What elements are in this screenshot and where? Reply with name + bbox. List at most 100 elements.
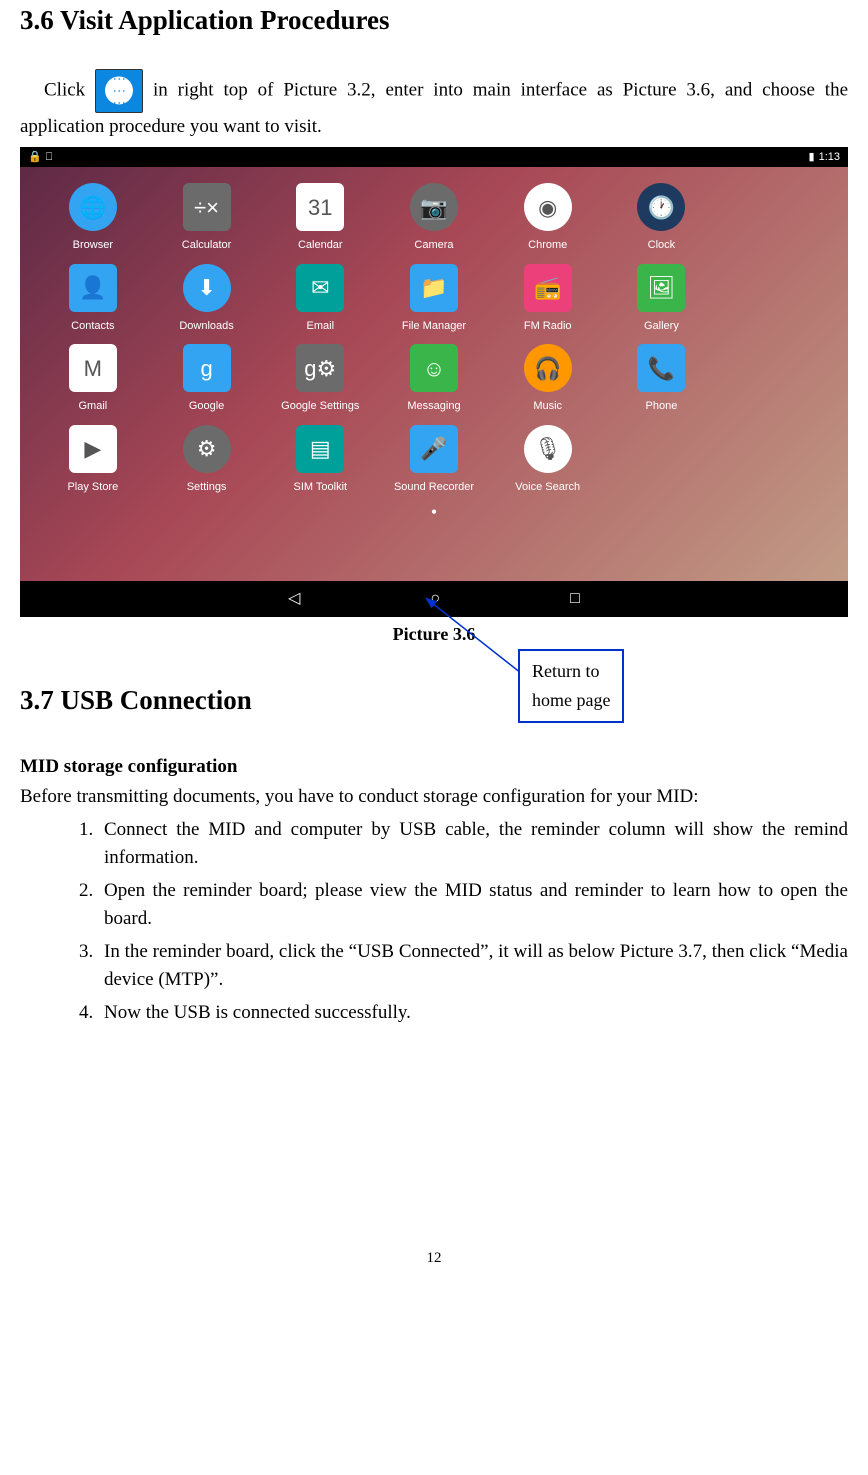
step-4: Now the USB is connected successfully.: [98, 999, 848, 1028]
app-downloads[interactable]: ⬇ Downloads: [150, 264, 264, 335]
app-label: Email: [307, 318, 335, 335]
chrome-icon: ◉: [524, 183, 572, 231]
intro-paragraph: Click in right top of Picture 3.2, enter…: [20, 69, 848, 142]
app-calendar[interactable]: 31 Calendar: [263, 183, 377, 254]
app-chrome[interactable]: ◉ Chrome: [491, 183, 605, 254]
calendar-icon: 31: [296, 183, 344, 231]
app-browser[interactable]: 🌐 Browser: [36, 183, 150, 254]
callout-box: Return to home page: [518, 649, 624, 723]
app-settings[interactable]: ⚙ Settings: [150, 425, 264, 496]
gallery-icon: 🖼: [637, 264, 685, 312]
contacts-icon: 👤: [69, 264, 117, 312]
page-indicator: •: [20, 499, 848, 526]
gmail-icon: M: [69, 344, 117, 392]
app-label: FM Radio: [524, 318, 572, 335]
app-label: Camera: [414, 237, 453, 254]
app-play-store[interactable]: ▶ Play Store: [36, 425, 150, 496]
app-label: SIM Toolkit: [293, 479, 347, 496]
google-icon: g: [183, 344, 231, 392]
sim-toolkit-icon: ▤: [296, 425, 344, 473]
app-label: Music: [533, 398, 562, 415]
app-label: Messaging: [407, 398, 460, 415]
camera-icon: 📷: [410, 183, 458, 231]
messaging-icon: ☺: [410, 344, 458, 392]
calculator-icon: ÷×: [183, 183, 231, 231]
app-contacts[interactable]: 👤 Contacts: [36, 264, 150, 335]
step-2: Open the reminder board; please view the…: [98, 877, 848, 934]
browser-icon: 🌐: [69, 183, 117, 231]
google-settings-icon: g⚙: [296, 344, 344, 392]
intro-text-after: in right top of Picture 3.2, enter into …: [20, 79, 848, 137]
screenshot-picture-3-6: 🔒 ⎕ ▮ 1:13 🌐 Browser ÷× Calculator 31 Calenda…: [20, 147, 848, 617]
file-manager-icon: 📁: [410, 264, 458, 312]
step-3: In the reminder board, click the “USB Co…: [98, 938, 848, 995]
apps-icon: [95, 69, 143, 113]
subheading-mid-storage: MID storage configuration: [20, 753, 848, 782]
app-music[interactable]: 🎧 Music: [491, 344, 605, 415]
clock-text: 1:13: [819, 149, 840, 166]
app-label: Gallery: [644, 318, 679, 335]
app-messaging[interactable]: ☺ Messaging: [377, 344, 491, 415]
callout-line2: home page: [532, 690, 610, 710]
nav-home-icon[interactable]: ○: [430, 587, 440, 611]
app-voice-search[interactable]: 🎙 Voice Search: [491, 425, 605, 496]
phone-icon: 📞: [637, 344, 685, 392]
app-sound-recorder[interactable]: 🎤 Sound Recorder: [377, 425, 491, 496]
app-google[interactable]: g Google: [150, 344, 264, 415]
app-gmail[interactable]: M Gmail: [36, 344, 150, 415]
app-camera[interactable]: 📷 Camera: [377, 183, 491, 254]
voice-search-icon: 🎙: [524, 425, 572, 473]
app-fm-radio[interactable]: 📻 FM Radio: [491, 264, 605, 335]
section-title-3-7: 3.7 USB Connection: [20, 680, 848, 721]
app-gallery[interactable]: 🖼 Gallery: [605, 264, 719, 335]
app-spacer: [718, 264, 832, 335]
email-icon: ✉: [296, 264, 344, 312]
app-spacer: [718, 344, 832, 415]
app-email[interactable]: ✉ Email: [263, 264, 377, 335]
page-number: 12: [20, 1247, 848, 1270]
app-label: Browser: [73, 237, 113, 254]
sound-recorder-icon: 🎤: [410, 425, 458, 473]
downloads-icon: ⬇: [183, 264, 231, 312]
app-label: Phone: [646, 398, 678, 415]
app-file-manager[interactable]: 📁 File Manager: [377, 264, 491, 335]
app-label: Google: [189, 398, 224, 415]
app-label: Sound Recorder: [394, 479, 474, 496]
music-icon: 🎧: [524, 344, 572, 392]
app-label: Settings: [187, 479, 227, 496]
status-bar: 🔒 ⎕ ▮ 1:13: [20, 147, 848, 167]
app-label: File Manager: [402, 318, 466, 335]
app-label: Play Store: [67, 479, 118, 496]
settings-icon: ⚙: [183, 425, 231, 473]
play-store-icon: ▶: [69, 425, 117, 473]
steps-list: Connect the MID and computer by USB cabl…: [20, 816, 848, 1028]
app-phone[interactable]: 📞 Phone: [605, 344, 719, 415]
app-label: Calendar: [298, 237, 343, 254]
tab-icon: ⎕: [46, 149, 53, 166]
app-spacer: [718, 183, 832, 254]
storage-intro: Before transmitting documents, you have …: [20, 783, 848, 812]
section-title-3-6: 3.6 Visit Application Procedures: [20, 0, 848, 41]
app-label: Chrome: [528, 237, 567, 254]
fm-radio-icon: 📻: [524, 264, 572, 312]
nav-bar: ◁ ○ □: [20, 581, 848, 617]
clock-icon: 🕐: [637, 183, 685, 231]
app-label: Gmail: [78, 398, 107, 415]
step-1: Connect the MID and computer by USB cabl…: [98, 816, 848, 873]
lock-icon: 🔒: [28, 149, 42, 166]
app-label: Calculator: [182, 237, 232, 254]
app-clock[interactable]: 🕐 Clock: [605, 183, 719, 254]
app-google-settings[interactable]: g⚙ Google Settings: [263, 344, 377, 415]
nav-recent-icon[interactable]: □: [570, 587, 580, 611]
app-label: Contacts: [71, 318, 114, 335]
nav-back-icon[interactable]: ◁: [288, 587, 300, 611]
app-sim-toolkit[interactable]: ▤ SIM Toolkit: [263, 425, 377, 496]
app-calculator[interactable]: ÷× Calculator: [150, 183, 264, 254]
app-label: Downloads: [179, 318, 233, 335]
app-label: Clock: [648, 237, 676, 254]
app-label: Voice Search: [515, 479, 580, 496]
intro-text-before: Click: [44, 79, 85, 100]
app-label: Google Settings: [281, 398, 359, 415]
battery-icon: ▮: [809, 149, 815, 166]
callout-line1: Return to: [532, 661, 600, 681]
